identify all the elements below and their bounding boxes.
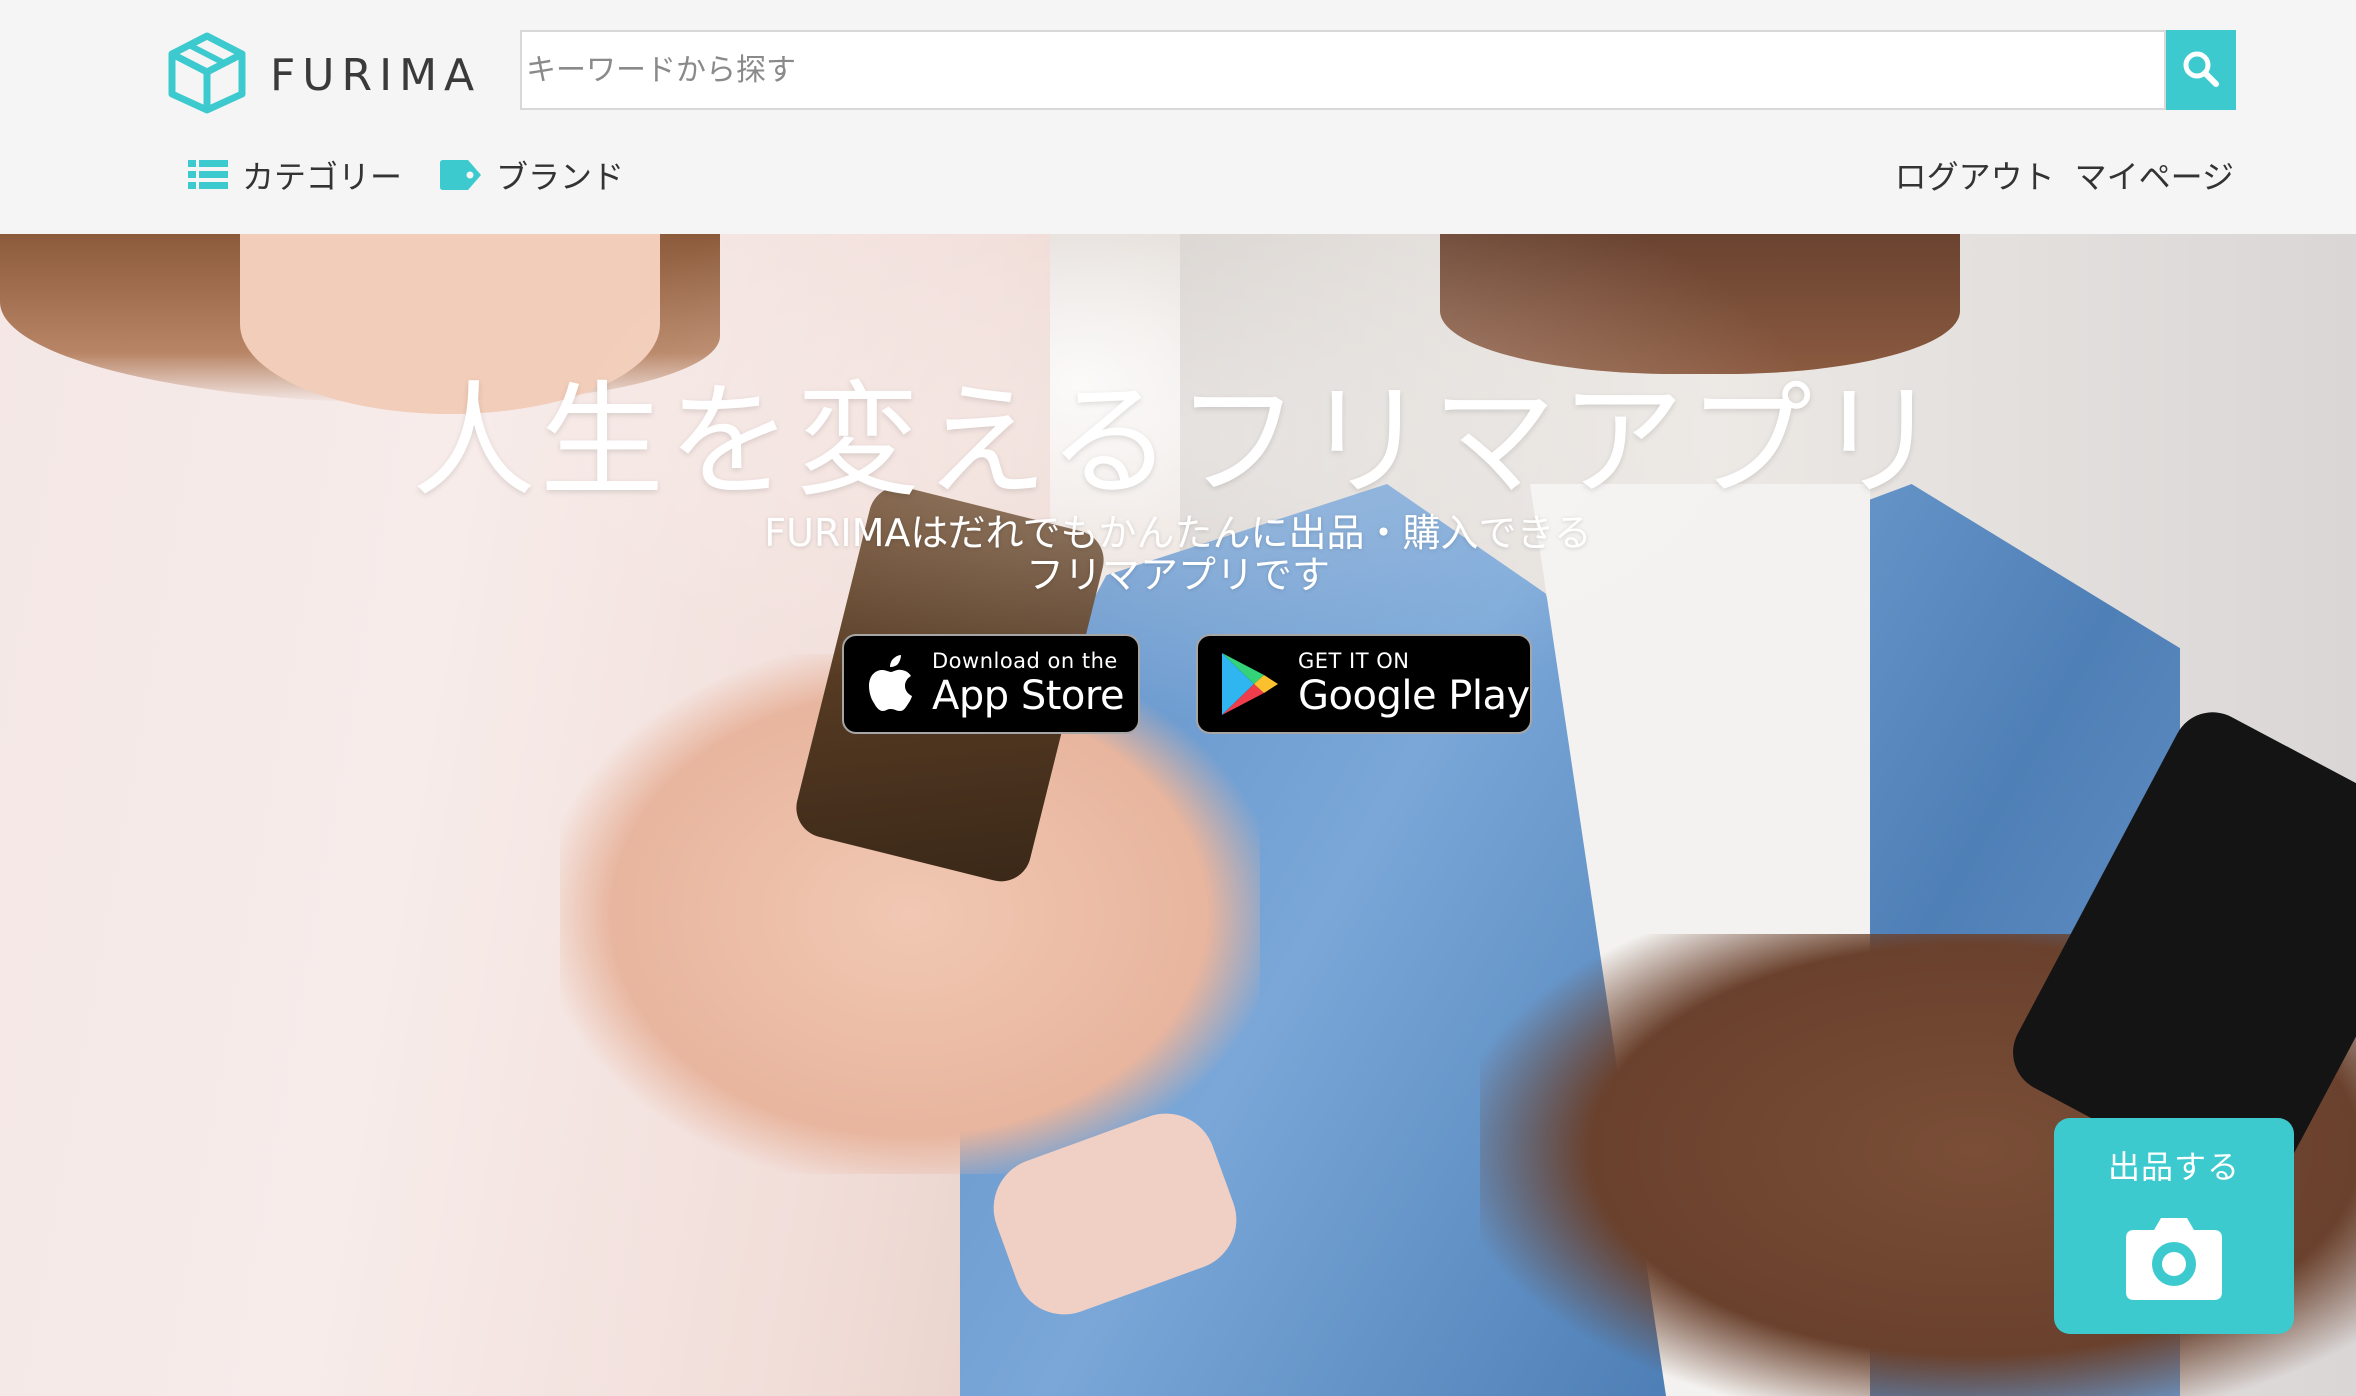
search-input[interactable] (520, 30, 2166, 110)
hero-subtitle-line2: フリマアプリです (1025, 553, 1330, 597)
box-logo-icon (168, 32, 246, 118)
google-play-button[interactable]: GET IT ON Google Play (1196, 634, 1532, 734)
app-store-big-text: App Store (932, 673, 1125, 719)
search-icon (2181, 49, 2221, 92)
hero-subtitle: FURIMAはだれでもかんたんに出品・購入できる フリマアプリです (0, 512, 2356, 596)
google-play-big-text: Google Play (1298, 673, 1530, 719)
google-play-small-text: GET IT ON (1298, 649, 1410, 673)
nav-category[interactable]: カテゴリー (188, 152, 402, 198)
app-store-small-text: Download on the (932, 649, 1118, 673)
logo-text: FURIMA (270, 49, 482, 101)
hero-title: 人生を変えるフリマアプリ (411, 370, 1945, 514)
sell-button[interactable]: 出品する (2054, 1118, 2294, 1334)
nav-category-label: カテゴリー (242, 158, 403, 196)
camera-icon (2124, 1214, 2224, 1304)
tag-icon (440, 160, 482, 190)
app-store-button[interactable]: Download on the App Store (842, 634, 1140, 734)
search-button[interactable] (2166, 30, 2236, 110)
google-play-icon (1220, 651, 1280, 717)
nav-brand[interactable]: ブランド (440, 152, 624, 198)
logout-link[interactable]: ログアウト (1895, 152, 2055, 198)
apple-icon (866, 655, 914, 713)
site-header: FURIMA カテゴリー (0, 0, 2356, 234)
logo[interactable]: FURIMA (168, 32, 482, 118)
nav-left: カテゴリー ブランド (188, 152, 624, 198)
sell-button-label: 出品する (2107, 1148, 2240, 1186)
hero-banner: 人生を変えるフリマアプリ FURIMAはだれでもかんたんに出品・購入できる フリ… (0, 234, 2356, 1396)
nav-right: ログアウト マイページ (1895, 152, 2234, 198)
mypage-link[interactable]: マイページ (2075, 152, 2234, 198)
list-icon (188, 160, 228, 190)
nav-brand-label: ブランド (496, 158, 625, 196)
hero-subtitle-line1: FURIMAはだれでもかんたんに出品・購入できる (764, 511, 1592, 555)
